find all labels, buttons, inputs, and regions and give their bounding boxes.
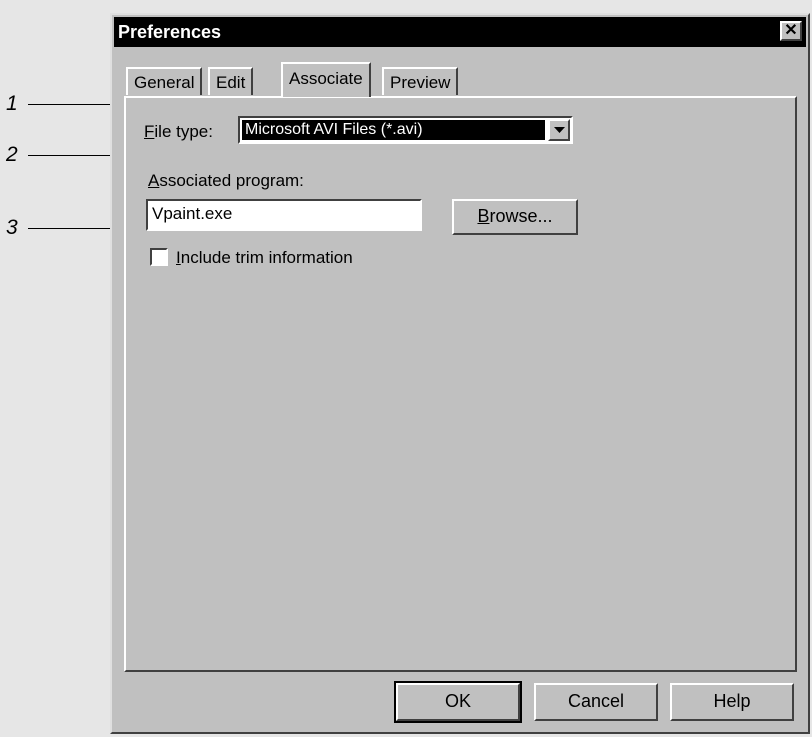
callout-number: 3 xyxy=(6,216,18,239)
mnemonic: A xyxy=(148,171,160,190)
include-trim-checkbox[interactable] xyxy=(150,248,168,266)
dropdown-arrow-button[interactable] xyxy=(548,119,570,141)
help-button[interactable]: Help xyxy=(670,683,794,721)
associated-program-label: Associated program: xyxy=(148,171,304,191)
cancel-button[interactable]: Cancel xyxy=(534,683,658,721)
window-title: Preferences xyxy=(118,22,222,42)
mnemonic: F xyxy=(144,122,155,141)
ok-button[interactable]: OK xyxy=(394,681,522,723)
callout-number: 2 xyxy=(6,143,18,166)
label-text: ile type: xyxy=(154,122,213,141)
associated-program-input[interactable]: Vpaint.exe xyxy=(146,199,422,231)
tab-label: Associate xyxy=(289,69,363,88)
close-button[interactable]: ✕ xyxy=(780,21,802,41)
include-trim-label[interactable]: Include trim information xyxy=(176,248,353,268)
tab-preview[interactable]: Preview xyxy=(382,67,459,95)
preferences-dialog: Preferences ✕ General Edit Associate Pre… xyxy=(110,13,810,734)
tab-associate[interactable]: Associate xyxy=(281,62,371,97)
label-text: nclude trim information xyxy=(180,248,353,267)
tab-label: General xyxy=(134,73,195,92)
title-bar[interactable]: Preferences ✕ xyxy=(114,17,806,47)
file-type-selected-value: Microsoft AVI Files (*.avi) xyxy=(242,120,545,140)
close-icon: ✕ xyxy=(784,22,798,39)
file-type-dropdown[interactable]: Microsoft AVI Files (*.avi) xyxy=(238,116,573,144)
browse-button[interactable]: Browse... xyxy=(452,199,578,235)
chevron-down-icon xyxy=(554,127,565,133)
tab-label: Preview xyxy=(390,73,451,92)
label-text: ssociated program: xyxy=(159,171,304,190)
callout-number: 1 xyxy=(6,92,18,115)
tab-edit[interactable]: Edit xyxy=(208,67,254,95)
button-label: rowse... xyxy=(489,206,553,226)
tab-general[interactable]: General xyxy=(126,67,203,95)
file-type-label: File type: xyxy=(144,122,213,142)
tab-label: Edit xyxy=(216,73,246,92)
associate-panel: File type: Microsoft AVI Files (*.avi) A… xyxy=(124,96,797,672)
mnemonic: B xyxy=(477,206,490,226)
